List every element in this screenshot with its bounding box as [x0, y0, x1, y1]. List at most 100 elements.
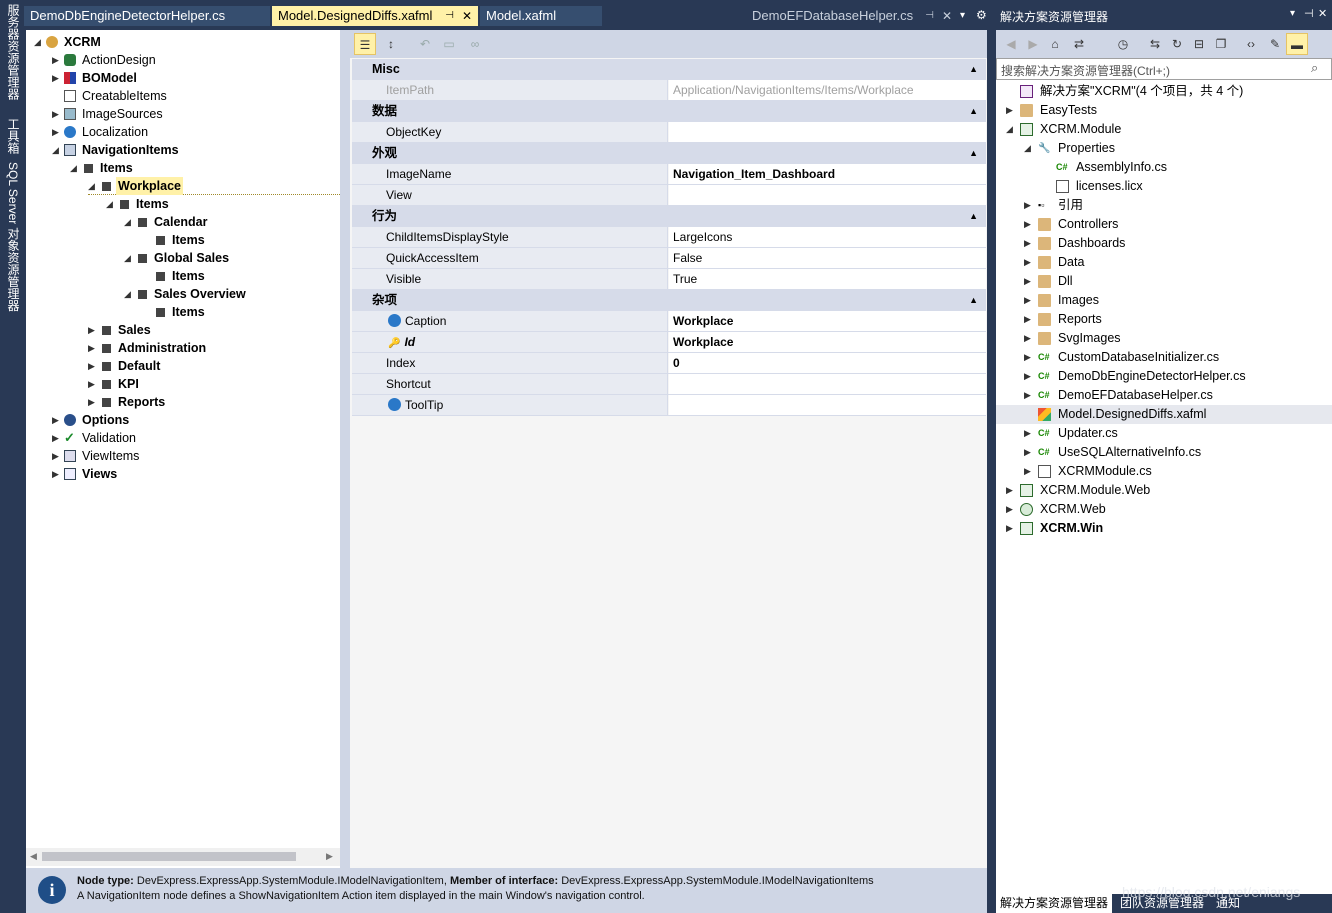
collapse-arrow-icon[interactable]: ◢ [124, 249, 134, 267]
expand-arrow-icon[interactable]: ▶ [52, 411, 62, 429]
collapse-category-icon[interactable]: ▲ [969, 206, 978, 227]
splitter[interactable] [340, 30, 350, 868]
expand-arrow-icon[interactable]: ▶ [1024, 367, 1031, 386]
property-value[interactable]: 0 [669, 353, 986, 373]
property-value[interactable] [669, 185, 986, 205]
scroll-left-icon[interactable]: ◀ [30, 851, 37, 862]
collapse-arrow-icon[interactable]: ◢ [106, 195, 116, 213]
property-category[interactable]: 杂项 ▲ [352, 290, 986, 311]
alphabetical-icon[interactable]: ↕ [380, 33, 402, 55]
solution-search-box[interactable]: 搜索解决方案资源管理器(Ctrl+;) ⌕ [996, 58, 1332, 80]
property-value[interactable]: True [669, 269, 986, 289]
pending-changes-icon[interactable]: ◷ [1112, 33, 1134, 55]
property-category[interactable]: Misc ▲ [352, 59, 986, 80]
scroll-right-icon[interactable]: ▶ [326, 851, 333, 862]
reset-icon[interactable]: ▭ [438, 33, 460, 55]
expand-arrow-icon[interactable]: ▶ [1006, 500, 1013, 519]
categorized-icon[interactable]: ☰ [354, 33, 376, 55]
collapse-arrow-icon[interactable]: ◢ [88, 177, 98, 195]
property-row[interactable]: Visible True [352, 269, 986, 290]
expand-arrow-icon[interactable]: ▶ [1024, 348, 1031, 367]
property-value[interactable]: LargeIcons [669, 227, 986, 247]
collapse-arrow-icon[interactable]: ◢ [70, 159, 80, 177]
collapse-arrow-icon[interactable]: ◢ [124, 285, 134, 303]
tab-solution-explorer[interactable]: 解决方案资源管理器 [996, 894, 1113, 913]
home-icon[interactable]: ⌂ [1044, 33, 1066, 55]
expand-arrow-icon[interactable]: ▶ [1024, 443, 1031, 462]
collapse-arrow-icon[interactable]: ◢ [1006, 120, 1013, 139]
expand-arrow-icon[interactable]: ▶ [88, 321, 98, 339]
property-category[interactable]: 行为 ▲ [352, 206, 986, 227]
view-code-icon[interactable]: ‹› [1240, 33, 1262, 55]
expand-arrow-icon[interactable]: ▶ [88, 357, 98, 375]
property-value[interactable]: Application/NavigationItems/Items/Workpl… [669, 80, 986, 100]
property-category[interactable]: 数据 ▲ [352, 101, 986, 122]
property-row[interactable]: QuickAccessItem False [352, 248, 986, 269]
collapse-arrow-icon[interactable]: ◢ [34, 33, 44, 51]
close-icon[interactable]: ✕ [942, 6, 952, 26]
property-row[interactable]: ToolTip [352, 395, 986, 416]
expand-arrow-icon[interactable]: ▶ [52, 465, 62, 483]
property-value[interactable] [669, 374, 986, 394]
property-value[interactable] [669, 122, 986, 142]
expand-arrow-icon[interactable]: ▶ [1006, 481, 1013, 500]
expand-arrow-icon[interactable]: ▶ [1024, 462, 1031, 481]
expand-arrow-icon[interactable]: ▶ [88, 339, 98, 357]
collapse-all-icon[interactable]: ⊟ [1188, 33, 1210, 55]
property-value[interactable]: Navigation_Item_Dashboard [669, 164, 986, 184]
expand-arrow-icon[interactable]: ▶ [1024, 215, 1031, 234]
pin-icon[interactable]: ⊣ [1304, 7, 1314, 20]
tab-overflow-icon[interactable]: ▾ [960, 10, 965, 21]
tab-model-designeddiffs[interactable]: Model.DesignedDiffs.xafml ⊣ ✕ [272, 6, 478, 26]
expand-arrow-icon[interactable]: ▶ [1024, 272, 1031, 291]
collapse-arrow-icon[interactable]: ◢ [52, 141, 62, 159]
solution-tree[interactable]: 解决方案"XCRM"(4 个项目，共 4 个) ▶ EasyTests ◢ XCRM.M… [996, 80, 1332, 894]
model-tree[interactable]: ◢ XCRM ▶ ActionDesign ▶ BOModel CreatableItems… [26, 30, 340, 868]
property-row[interactable]: View [352, 185, 986, 206]
sql-server-explorer-tab[interactable]: SQL Server 对象资源管理器 [2, 162, 22, 312]
pin-icon[interactable]: ⊣ [925, 6, 934, 26]
property-row[interactable]: Index 0 [352, 353, 986, 374]
property-category[interactable]: 外观 ▲ [352, 143, 986, 164]
tab-demodbenginedetectorhelper[interactable]: DemoDbEngineDetectorHelper.cs [24, 6, 270, 26]
close-icon[interactable]: ✕ [1318, 7, 1327, 20]
expand-arrow-icon[interactable]: ▶ [88, 393, 98, 411]
collapse-arrow-icon[interactable]: ◢ [124, 213, 134, 231]
settings-gear-icon[interactable]: ⚙ [976, 8, 987, 22]
expand-arrow-icon[interactable]: ▶ [52, 69, 62, 87]
property-value[interactable]: Workplace [669, 311, 986, 331]
solution-node[interactable]: Model.DesignedDiffs.xafml [996, 405, 1332, 424]
preview-icon[interactable]: ▬ [1286, 33, 1308, 55]
expand-arrow-icon[interactable]: ▶ [1024, 386, 1031, 405]
expand-arrow-icon[interactable]: ▶ [1024, 424, 1031, 443]
tree-node[interactable]: ◢ Workplace [88, 177, 340, 195]
expand-arrow-icon[interactable]: ▶ [1006, 101, 1013, 120]
expand-arrow-icon[interactable]: ▶ [1024, 253, 1031, 272]
property-row[interactable]: Shortcut [352, 374, 986, 395]
tab-model-xafml[interactable]: Model.xafml [480, 6, 602, 26]
expand-arrow-icon[interactable]: ▶ [52, 447, 62, 465]
pin-icon[interactable]: ⊣ [445, 6, 454, 26]
link-icon[interactable]: ∞ [464, 33, 486, 55]
property-row[interactable]: ImageName Navigation_Item_Dashboard [352, 164, 986, 185]
scrollbar-thumb[interactable] [42, 852, 296, 861]
expand-arrow-icon[interactable]: ▶ [52, 105, 62, 123]
property-value[interactable] [669, 395, 986, 415]
expand-arrow-icon[interactable]: ▶ [52, 123, 62, 141]
collapse-category-icon[interactable]: ▲ [969, 59, 978, 80]
property-row[interactable]: Caption Workplace [352, 311, 986, 332]
expand-arrow-icon[interactable]: ▶ [1024, 329, 1031, 348]
show-all-files-icon[interactable]: ❐ [1210, 33, 1232, 55]
expand-arrow-icon[interactable]: ▶ [52, 429, 62, 447]
expand-arrow-icon[interactable]: ▶ [1024, 234, 1031, 253]
back-icon[interactable]: ◀ [1000, 33, 1022, 55]
undo-icon[interactable]: ↶ [414, 33, 436, 55]
expand-arrow-icon[interactable]: ▶ [1024, 291, 1031, 310]
expand-arrow-icon[interactable]: ▶ [1006, 519, 1013, 538]
sync-icon[interactable]: ⇆ [1144, 33, 1166, 55]
property-value[interactable]: Workplace [669, 332, 986, 352]
window-menu-icon[interactable]: ▾ [1290, 8, 1295, 19]
property-row[interactable]: ObjectKey [352, 122, 986, 143]
tab-demoefdatabasehelper[interactable]: DemoEFDatabaseHelper.cs ⊣ ✕ [746, 6, 958, 26]
search-icon[interactable]: ⌕ [1311, 60, 1318, 76]
